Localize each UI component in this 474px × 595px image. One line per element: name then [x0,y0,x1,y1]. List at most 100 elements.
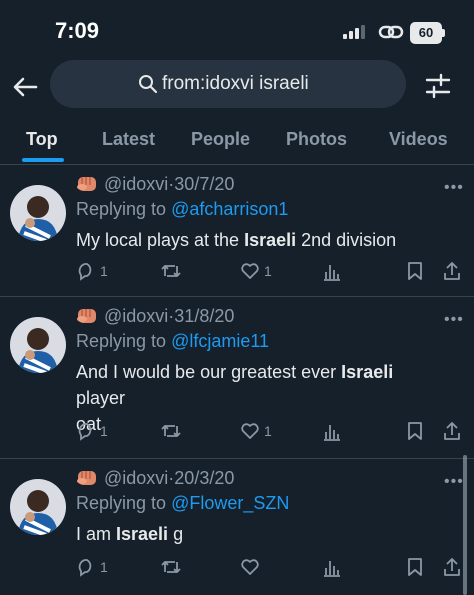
like-count: 1 [264,263,272,279]
tweet-actions: 1 1 [76,421,466,447]
reply-count: 1 [100,263,108,279]
replying-to: Replying to @afcharrison1 [76,199,288,220]
retweet-icon [161,265,181,277]
replying-handle[interactable]: @afcharrison1 [171,199,288,219]
tweet-text-part: And I would be our greatest ever [76,362,342,382]
views-icon [324,265,340,281]
reply-icon [78,263,92,281]
reply-icon [78,559,92,577]
bookmark-icon [408,422,422,440]
more-icon[interactable]: ••• [444,311,464,329]
active-tab-indicator [22,158,64,162]
like-icon [241,263,259,279]
reply-icon [78,423,92,441]
tab-latest[interactable]: Latest [102,129,155,150]
retweet-icon [161,425,181,437]
reply-button[interactable]: 1 [76,421,108,441]
more-icon[interactable]: ••• [444,179,464,197]
retweet-button[interactable] [160,261,186,281]
retweet-icon [161,561,181,573]
avatar[interactable] [10,317,66,373]
like-button[interactable]: 1 [240,261,272,281]
bookmark-button[interactable] [406,261,424,281]
views-button[interactable] [324,421,342,441]
tweet-date[interactable]: 30/7/20 [174,174,234,194]
bookmark-icon [408,262,422,280]
replying-to: Replying to @Flower_SZN [76,493,289,514]
tweet-text-part: 2nd division [296,230,397,250]
tweet-header: @idoxvi·20/3/20 [76,467,234,489]
share-icon [444,558,460,576]
views-button[interactable] [324,261,342,281]
tweet-handle[interactable]: @idoxvi [104,174,168,194]
tweet-header: @idoxvi·30/7/20 [76,173,234,195]
replying-prefix: Replying to [76,493,172,513]
search-icon [139,75,158,94]
tweet-text: My local plays at the Israeli 2nd divisi… [76,227,446,253]
tweet-text-part: g [168,524,184,544]
retweet-button[interactable] [160,557,186,577]
battery-indicator: 60 [410,22,445,44]
search-input[interactable]: from:idoxvi israeli [162,73,309,95]
replying-handle[interactable]: @lfcjamie11 [171,331,269,351]
replying-prefix: Replying to [76,199,172,219]
fist-emoji-icon [77,471,96,485]
bookmark-button[interactable] [406,557,424,577]
tweet-text: I am Israeli g [76,521,446,547]
tweet[interactable]: @idoxvi·31/8/20 ••• Replying to @lfcjami… [0,297,474,459]
tweet-text-part: player [76,388,126,408]
tweet-handle[interactable]: @idoxvi [104,306,168,326]
tweet-text-highlight: Israeli [341,362,394,382]
status-bar: 7:09 60 [0,0,474,60]
search-bar[interactable]: from:idoxvi israeli [50,60,406,108]
share-button[interactable] [442,557,462,577]
views-icon [324,425,340,441]
link-icon [378,25,404,39]
tweet-text-highlight: Israeli [244,230,297,250]
bookmark-icon [408,558,422,576]
share-button[interactable] [442,421,462,441]
tab-top[interactable]: Top [26,129,58,150]
bookmark-button[interactable] [406,421,424,441]
tweet-date[interactable]: 31/8/20 [174,306,234,326]
tweet-actions: 1 1 [76,261,466,287]
avatar[interactable] [10,479,66,535]
signal-icon [343,25,365,39]
replying-to: Replying to @lfcjamie11 [76,331,269,352]
tweet-text-part: I am [76,524,117,544]
tab-photos[interactable]: Photos [286,129,347,150]
views-icon [324,561,340,577]
search-tabs: Top Latest People Photos Videos [0,120,474,165]
tweet-handle[interactable]: @idoxvi [104,468,168,488]
more-icon[interactable]: ••• [444,473,464,491]
tweet-actions: 1 [76,557,466,583]
reply-count: 1 [100,559,108,575]
tweet-text-part: My local plays at the [76,230,245,250]
avatar[interactable] [10,185,66,241]
like-icon [241,423,259,439]
tweet-date[interactable]: 20/3/20 [174,468,234,488]
reply-button[interactable]: 1 [76,557,108,577]
share-button[interactable] [442,261,462,281]
tab-people[interactable]: People [191,129,250,150]
share-icon [444,262,460,280]
reply-count: 1 [100,423,108,439]
fist-emoji-icon [77,309,96,323]
like-button[interactable]: 1 [240,421,272,441]
views-button[interactable] [324,557,342,577]
tab-videos[interactable]: Videos [389,129,448,150]
filter-icon[interactable] [424,72,452,100]
reply-button[interactable]: 1 [76,261,108,281]
status-time: 7:09 [55,18,100,43]
replying-prefix: Replying to [76,331,172,351]
tweet-header: @idoxvi·31/8/20 [76,305,234,327]
scrollbar[interactable] [463,455,467,595]
tweet[interactable]: @idoxvi·30/7/20 ••• Replying to @afcharr… [0,165,474,297]
fist-emoji-icon [77,177,96,191]
like-icon [241,559,259,575]
replying-handle[interactable]: @Flower_SZN [171,493,289,513]
retweet-button[interactable] [160,421,186,441]
back-arrow-icon[interactable] [10,72,40,102]
tweet[interactable]: @idoxvi·20/3/20 ••• Replying to @Flower_… [0,459,474,595]
like-button[interactable] [240,557,264,577]
